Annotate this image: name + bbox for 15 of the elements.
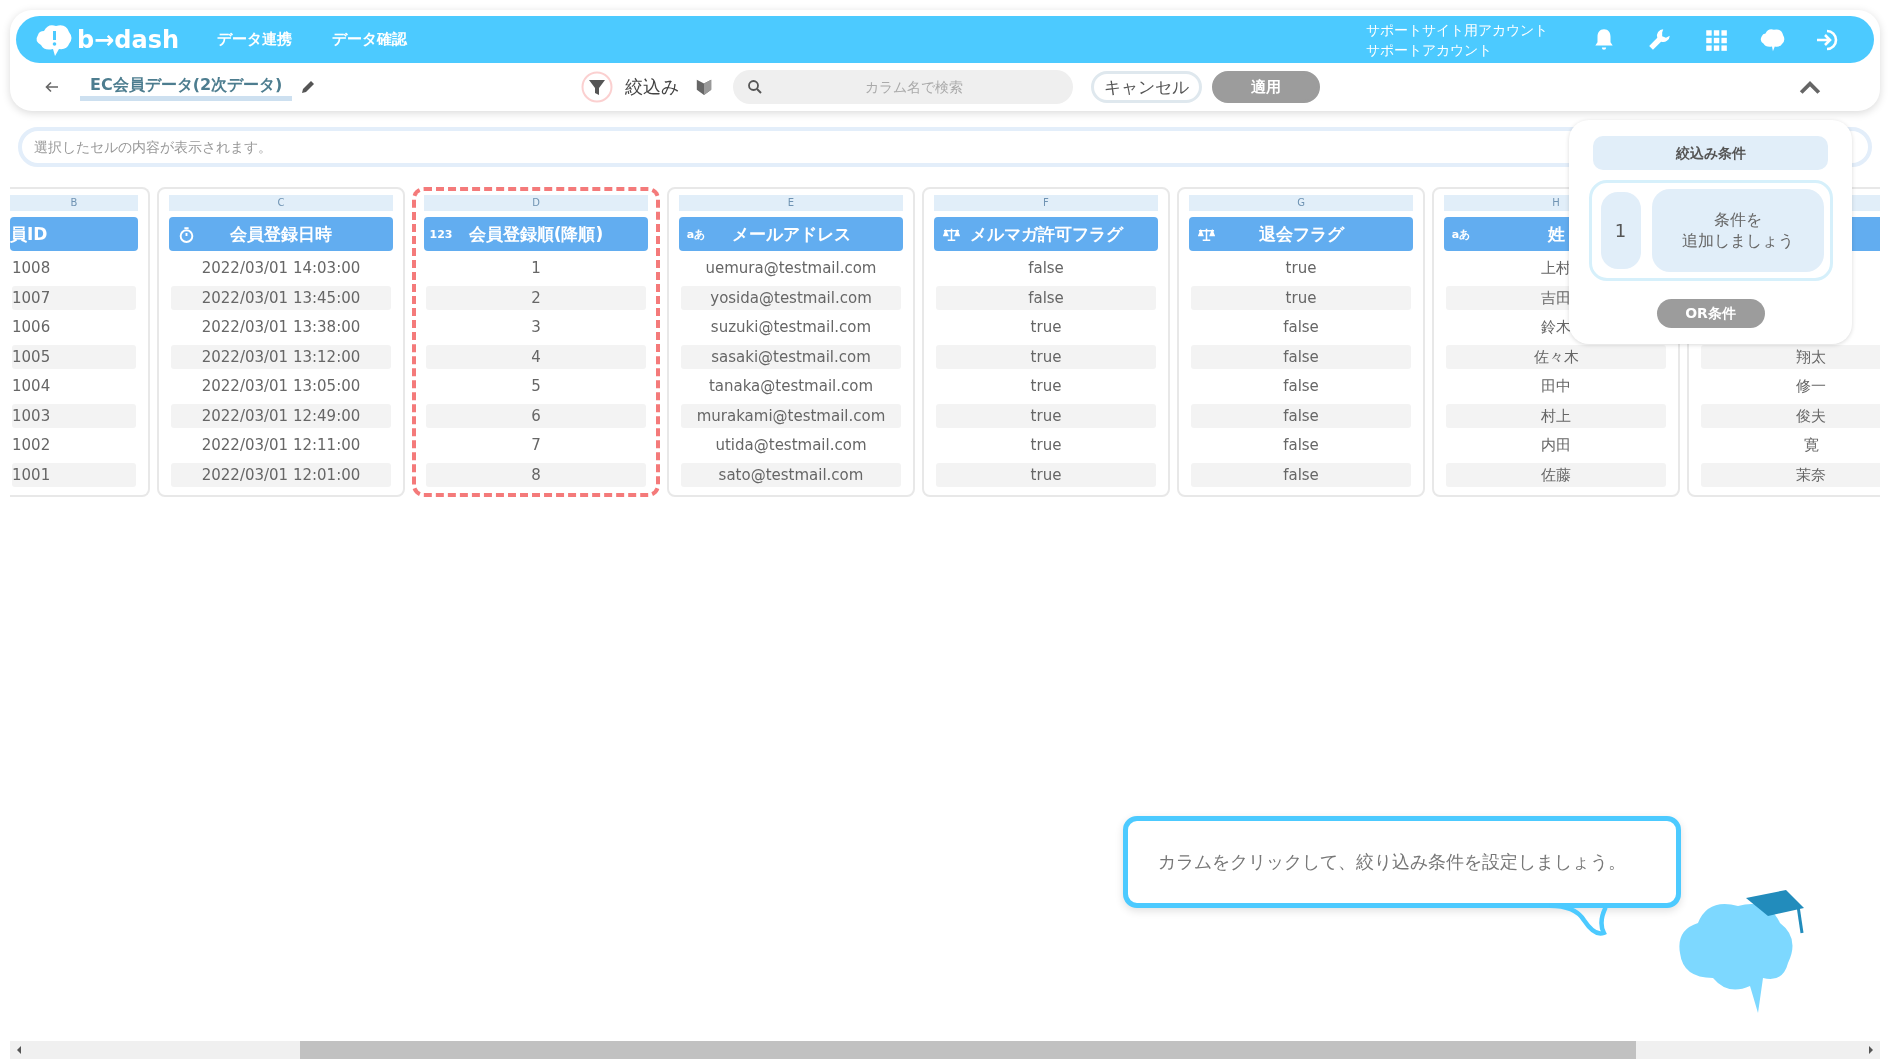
type-label: 123 bbox=[429, 227, 453, 241]
hint-text: カラムをクリックして、絞り込み条件を設定しましょう。 bbox=[1158, 850, 1626, 874]
column-letter: F bbox=[934, 195, 1158, 211]
column-letter: E bbox=[679, 195, 903, 211]
account-name: サポートサイト用アカウント bbox=[1366, 20, 1548, 40]
column-letter: G bbox=[1189, 195, 1413, 211]
type-label: aあ bbox=[686, 226, 706, 242]
column-letter: C bbox=[169, 195, 393, 211]
filter-label: 絞込み bbox=[625, 75, 680, 99]
type-label: aあ bbox=[1451, 226, 1471, 242]
column-letter: B bbox=[10, 195, 138, 211]
column-letter: D bbox=[424, 195, 648, 211]
dataset-title: EC会員データ(2次データ) bbox=[80, 73, 293, 101]
account-name: サポートアカウント bbox=[1366, 40, 1493, 60]
panel-title: 絞込み条件 bbox=[1593, 136, 1828, 170]
